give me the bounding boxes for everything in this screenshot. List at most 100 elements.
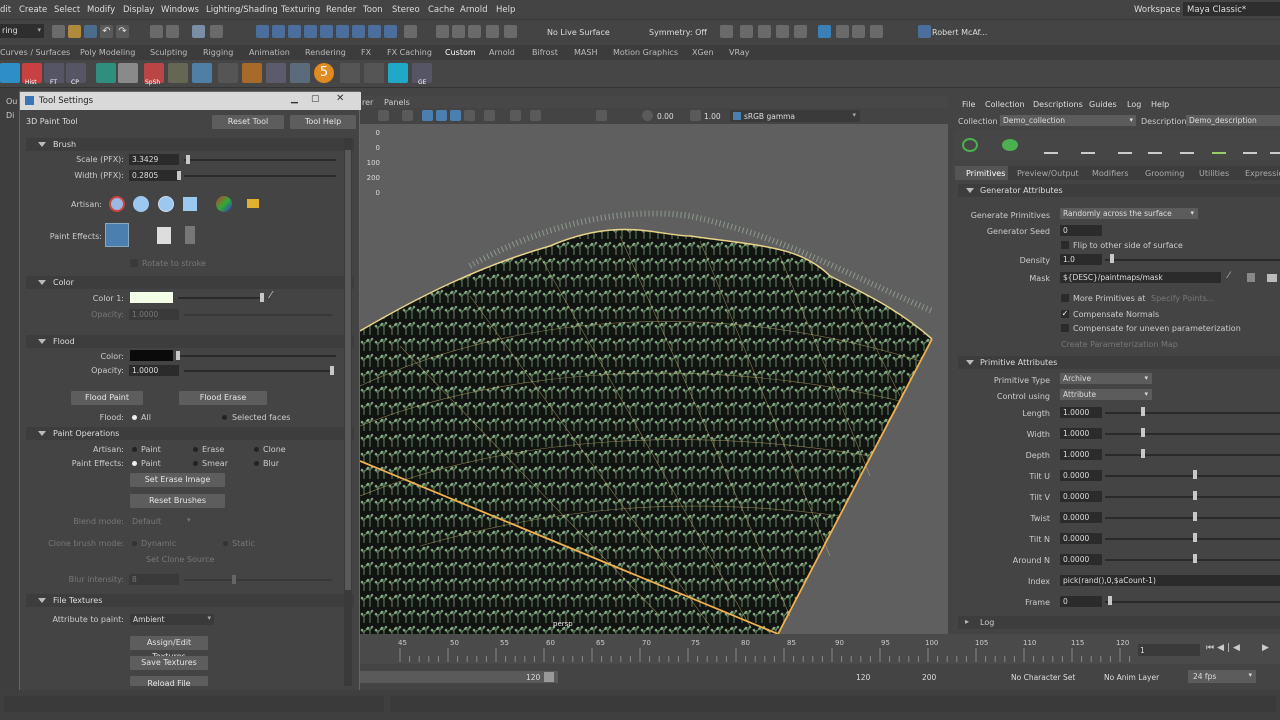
xgen-menu-guides[interactable]: Guides <box>1089 100 1117 109</box>
minimize-icon[interactable]: ▁ <box>291 94 298 104</box>
flood-section-header[interactable]: Flood <box>26 335 354 348</box>
attribute-to-paint-dropdown[interactable]: Ambient ▾ <box>130 614 214 625</box>
current-frame-field[interactable]: 1 <box>1140 646 1145 655</box>
scale-field[interactable]: 3.3429 <box>129 154 179 165</box>
undo-icon[interactable]: ↶ <box>100 25 113 38</box>
shelf-tool-icon[interactable] <box>242 63 262 83</box>
shelf-grid-icon[interactable] <box>218 63 238 83</box>
more-primitives-checkbox[interactable] <box>1061 294 1069 302</box>
menu-render[interactable]: Render <box>326 5 356 15</box>
tab-utilities[interactable]: Utilities <box>1199 169 1229 178</box>
camera-select-icon[interactable] <box>378 110 389 121</box>
folder-icon[interactable] <box>247 199 259 208</box>
anim-end-field[interactable]: 120 <box>856 673 870 682</box>
xgen-menu-descriptions[interactable]: Descriptions <box>1033 100 1083 109</box>
shelf-tab-rigging[interactable]: Rigging <box>203 48 233 57</box>
pfx-template-icon[interactable] <box>157 227 171 244</box>
shelf-t-icon[interactable] <box>340 63 360 83</box>
shelf-tab-sculpting[interactable]: Sculpting <box>150 48 187 57</box>
description-dropdown[interactable]: Demo_description <box>1186 115 1280 126</box>
guide-lock-icon[interactable] <box>1180 136 1194 154</box>
menu-toon[interactable]: Toon <box>363 5 383 15</box>
density-field[interactable]: 1.0 <box>1060 254 1102 265</box>
mask-paint-icon[interactable] <box>1247 273 1255 282</box>
guide-grass-icon[interactable] <box>1212 136 1226 154</box>
brush-section-header[interactable]: Brush <box>26 138 354 151</box>
live-surface-label[interactable]: No Live Surface <box>547 28 610 37</box>
shelf-light-icon[interactable] <box>266 63 286 83</box>
save-scene-icon[interactable] <box>84 25 97 38</box>
snap-view-plane-icon[interactable] <box>304 25 317 38</box>
command-input[interactable] <box>4 696 384 712</box>
xgen-menu-log[interactable]: Log <box>1127 100 1141 109</box>
around-n-slider-handle[interactable] <box>1193 554 1197 563</box>
shelf-tab-vray[interactable]: VRay <box>729 48 750 57</box>
menu-texturing[interactable]: Texturing <box>281 5 320 15</box>
tilt-u-field[interactable]: 0.0000 <box>1060 470 1102 481</box>
render-frame-icon[interactable] <box>720 25 733 38</box>
guide-lengthen-icon[interactable] <box>1148 136 1162 154</box>
depth-field[interactable]: 1.0000 <box>1060 449 1102 460</box>
snap-grid-icon[interactable] <box>256 25 269 38</box>
menu-create[interactable]: Create <box>19 5 47 15</box>
shelf-joint-icon[interactable] <box>290 63 310 83</box>
shelf-tab-motion-graphics[interactable]: Motion Graphics <box>613 48 678 57</box>
width-slider-handle[interactable] <box>1141 428 1145 437</box>
arnold-view-icon[interactable] <box>836 25 849 38</box>
color-section-header[interactable]: Color <box>26 276 354 289</box>
live-surface-icon[interactable] <box>486 25 499 38</box>
perspective-viewport[interactable]: 0 0 100 200 0 persp <box>360 96 948 634</box>
anim-layer-dropdown[interactable]: No Anim Layer <box>1104 673 1159 682</box>
open-scene-icon[interactable] <box>68 25 81 38</box>
flood-opacity-slider[interactable] <box>184 370 332 372</box>
menu-stereo[interactable]: Stereo <box>392 5 420 15</box>
isolate-icon[interactable] <box>530 110 541 121</box>
pfx-paint-radio[interactable] <box>132 461 137 466</box>
add-patch-icon[interactable] <box>1002 139 1018 151</box>
width-slider[interactable] <box>1105 433 1280 435</box>
menu-lighting-shading[interactable]: Lighting/Shading <box>206 5 278 15</box>
blur-intensity-slider[interactable] <box>184 579 332 581</box>
select-hierarchy-icon[interactable] <box>150 25 163 38</box>
color-space-dropdown[interactable]: sRGB gamma ▾ <box>730 110 860 122</box>
width-slider[interactable] <box>184 175 336 177</box>
flood-color-slider-handle[interactable] <box>176 351 180 360</box>
artisan-clone-radio[interactable] <box>254 447 259 452</box>
ao-icon[interactable] <box>510 110 521 121</box>
generator-seed-field[interactable]: 0 <box>1060 225 1102 236</box>
shelf-xgen-icon[interactable] <box>388 63 408 83</box>
textured-icon[interactable] <box>450 110 461 121</box>
shelf-paint-icon[interactable] <box>168 63 188 83</box>
width-slider-handle[interactable] <box>177 171 181 180</box>
flood-paint-button[interactable]: Flood Paint <box>71 391 143 405</box>
file-textures-section-header[interactable]: File Textures <box>26 594 354 607</box>
pfx-get-brush-icon[interactable] <box>185 226 195 244</box>
twist-field[interactable]: 0.0000 <box>1060 512 1102 523</box>
snap-curve-icon[interactable] <box>272 25 285 38</box>
set-clone-source-button[interactable]: Set Clone Source <box>146 555 214 564</box>
time-slider[interactable]: 45 50 55 60 65 70 75 80 85 90 95 100 105… <box>360 634 1280 664</box>
arnold-render-icon[interactable] <box>818 25 831 38</box>
tab-primitives[interactable]: Primitives <box>966 169 1005 178</box>
snap-center-icon[interactable] <box>384 25 397 38</box>
shelf-tab-animation[interactable]: Animation <box>249 48 290 57</box>
close-icon[interactable]: ✕ <box>336 93 344 104</box>
snap-live-icon[interactable] <box>320 25 333 38</box>
guide-add-icon[interactable] <box>1044 136 1058 154</box>
symmetry-selector[interactable]: Symmetry: Off <box>649 28 707 37</box>
tilt-n-slider-handle[interactable] <box>1193 533 1197 542</box>
lights-icon[interactable] <box>464 110 475 121</box>
blur-intensity-slider-handle[interactable] <box>232 575 236 584</box>
reset-tool-button[interactable]: Reset Tool <box>212 115 284 129</box>
flood-erase-button[interactable]: Flood Erase <box>179 391 267 405</box>
twist-slider-handle[interactable] <box>1193 512 1197 521</box>
flood-color-slider[interactable] <box>178 355 336 357</box>
shelf-five-icon[interactable]: 5 <box>314 63 334 83</box>
brush-large-icon[interactable] <box>158 196 174 212</box>
reload-file-textures-button[interactable]: Reload File Textures <box>130 676 208 686</box>
mask-folder-icon[interactable] <box>1267 274 1277 282</box>
primitive-type-dropdown[interactable]: Archive ▾ <box>1060 373 1152 384</box>
shelf-hist-button[interactable]: Hist <box>22 63 42 86</box>
shelf-uv-icon[interactable] <box>96 63 116 83</box>
construction-history-icon[interactable] <box>452 25 465 38</box>
